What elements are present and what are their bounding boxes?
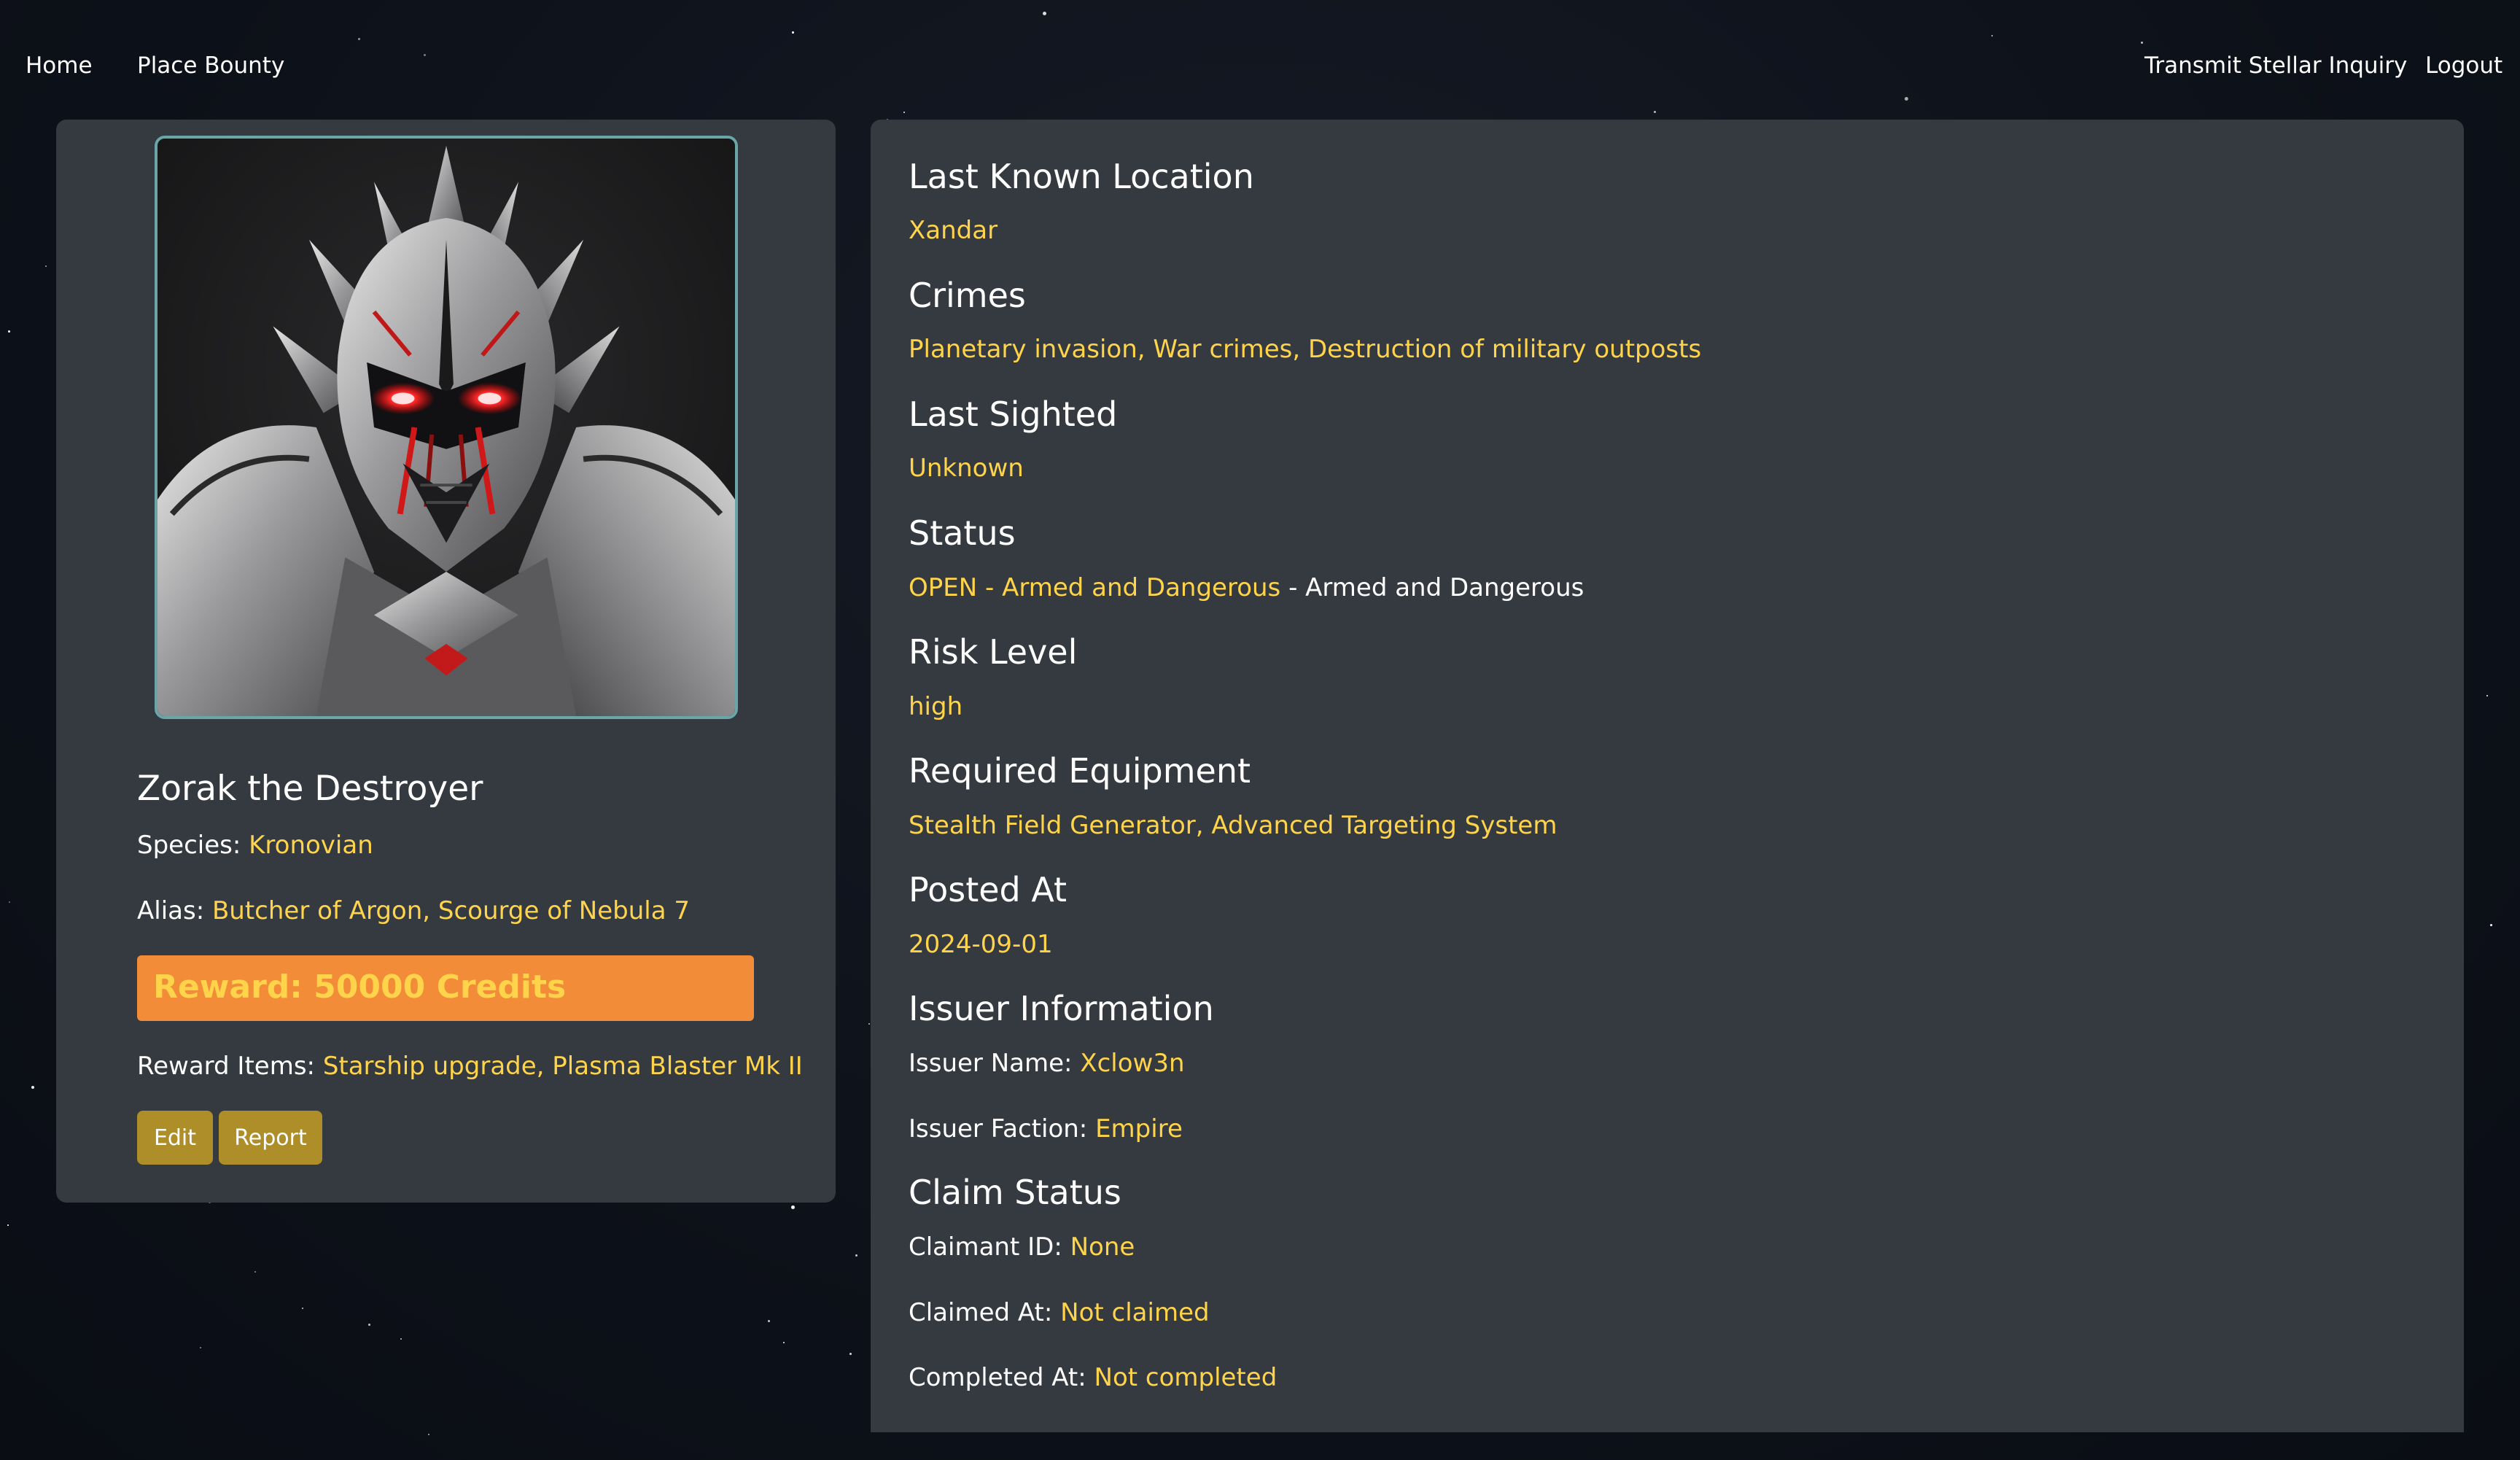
bounty-profile-card: Zorak the Destroyer Species: Kronovian A… <box>56 120 836 1203</box>
issuer-name-value: Xclow3n <box>1080 1049 1185 1078</box>
claim-status-heading: Claim Status <box>909 1173 1121 1212</box>
reward-items-value: Starship upgrade, Plasma Blaster Mk II <box>322 1052 803 1081</box>
star <box>783 1342 785 1343</box>
completed-at-value: Not completed <box>1094 1363 1278 1392</box>
status-suffix: - Armed and Dangerous <box>1280 573 1584 602</box>
star <box>7 1224 9 1226</box>
species-value: Kronovian <box>249 831 373 860</box>
star <box>8 330 10 333</box>
claimant-id-label: Claimant ID: <box>909 1232 1062 1262</box>
status-heading: Status <box>909 513 1016 553</box>
report-button[interactable]: Report <box>219 1111 322 1165</box>
species-row: Species: Kronovian <box>137 831 373 860</box>
star <box>868 1023 870 1025</box>
star <box>9 901 11 904</box>
species-label: Species: <box>137 831 241 860</box>
star <box>254 1271 256 1273</box>
nav-place-bounty-link[interactable]: Place Bounty <box>137 51 284 80</box>
posted-at-value: 2024-09-01 <box>909 930 1053 959</box>
last-sighted-value: Unknown <box>909 454 1024 483</box>
completed-at-row: Completed At: Not completed <box>909 1363 1277 1392</box>
star <box>2486 695 2489 697</box>
required-equipment-value: Stealth Field Generator, Advanced Target… <box>909 811 1558 840</box>
star <box>400 1338 402 1340</box>
risk-level-heading: Risk Level <box>909 632 1078 672</box>
nav-home-link[interactable]: Home <box>26 51 93 80</box>
required-equipment-heading: Required Equipment <box>909 751 1251 791</box>
alias-label: Alias: <box>137 896 205 925</box>
nav-transmit-inquiry-link[interactable]: Transmit Stellar Inquiry <box>2144 51 2407 80</box>
issuer-faction-value: Empire <box>1095 1114 1183 1143</box>
claimed-at-label: Claimed At: <box>909 1298 1053 1327</box>
issuer-name-label: Issuer Name: <box>909 1049 1073 1078</box>
top-navbar: Home Place Bounty Transmit Stellar Inqui… <box>0 0 2520 117</box>
star <box>428 1434 430 1436</box>
alias-value: Butcher of Argon, Scourge of Nebula 7 <box>211 896 690 925</box>
issuer-faction-row: Issuer Faction: Empire <box>909 1114 1183 1143</box>
star <box>791 1205 795 1209</box>
completed-at-label: Completed At: <box>909 1363 1086 1392</box>
issuer-information-heading: Issuer Information <box>909 989 1214 1028</box>
reward-banner: Reward: 50000 Credits <box>137 955 754 1021</box>
star <box>302 1308 304 1310</box>
star <box>31 1086 35 1090</box>
star <box>855 1254 858 1257</box>
status-row: OPEN - Armed and Dangerous - Armed and D… <box>909 573 1584 602</box>
alias-row: Alias: Butcher of Argon, Scourge of Nebu… <box>137 896 690 925</box>
edit-button[interactable]: Edit <box>137 1111 213 1165</box>
status-value: OPEN - Armed and Dangerous <box>909 573 1281 602</box>
claimed-at-row: Claimed At: Not claimed <box>909 1298 1210 1327</box>
risk-level-value: high <box>909 692 963 721</box>
bounty-portrait <box>155 136 738 719</box>
bounty-name-heading: Zorak the Destroyer <box>137 769 483 809</box>
claimant-id-row: Claimant ID: None <box>909 1232 1135 1262</box>
bounty-details-panel: Last Known Location Xandar Crimes Planet… <box>871 120 2464 1432</box>
last-known-location-value: Xandar <box>909 216 998 245</box>
crimes-value: Planetary invasion, War crimes, Destruct… <box>909 335 1702 364</box>
star <box>368 1324 370 1326</box>
star <box>849 1353 852 1355</box>
reward-items-label: Reward Items: <box>137 1052 315 1081</box>
star <box>2490 924 2492 926</box>
star <box>768 1320 770 1322</box>
reward-amount: Reward: 50000 Credits <box>153 968 567 1006</box>
star <box>200 1347 202 1349</box>
claimant-id-value: None <box>1070 1232 1135 1262</box>
nav-logout-link[interactable]: Logout <box>2425 51 2502 80</box>
claimed-at-value: Not claimed <box>1060 1298 1210 1327</box>
posted-at-heading: Posted At <box>909 870 1068 909</box>
issuer-faction-label: Issuer Faction: <box>909 1114 1088 1143</box>
issuer-name-row: Issuer Name: Xclow3n <box>909 1049 1185 1078</box>
star <box>45 265 47 267</box>
crimes-heading: Crimes <box>909 276 1026 315</box>
reward-items-row: Reward Items: Starship upgrade, Plasma B… <box>137 1052 803 1081</box>
armored-warrior-image <box>158 139 735 716</box>
last-sighted-heading: Last Sighted <box>909 395 1118 434</box>
last-known-location-heading: Last Known Location <box>909 157 1254 196</box>
